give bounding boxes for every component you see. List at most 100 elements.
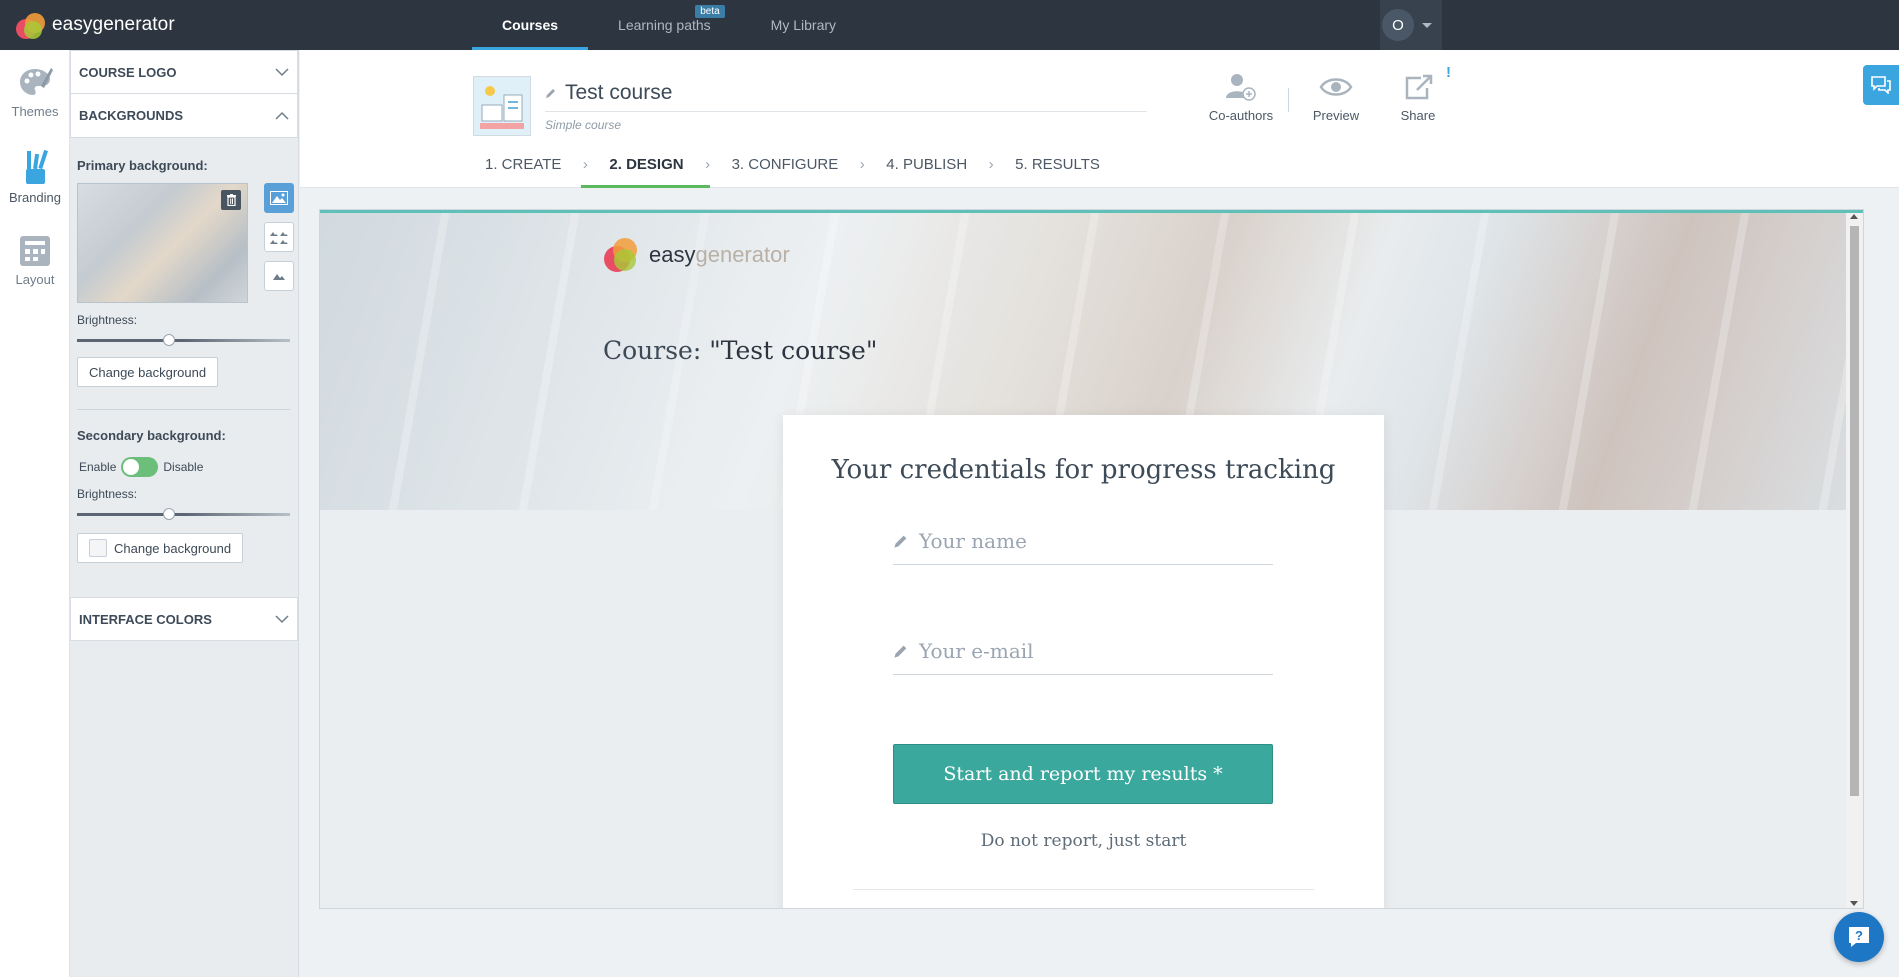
- course-preview: easy generator Course: "Test course" Your…: [319, 209, 1864, 909]
- brushes-icon: [26, 149, 48, 184]
- secondary-brightness-slider[interactable]: [77, 507, 290, 521]
- beta-badge: beta: [695, 5, 725, 18]
- rail-item-branding[interactable]: Branding: [0, 148, 70, 205]
- rail-item-layout[interactable]: Layout: [0, 234, 70, 287]
- feedback-tab[interactable]: [1863, 65, 1899, 105]
- step-label: 4. PUBLISH: [886, 156, 968, 173]
- chevron-right-icon: ›: [582, 156, 588, 173]
- nav-courses[interactable]: Courses: [472, 0, 589, 50]
- course-subtitle: Simple course: [545, 118, 622, 132]
- mode-fullscreen-button[interactable]: [264, 183, 294, 213]
- course-actions: Co-authors Preview Share !: [1200, 64, 1459, 123]
- pencil-icon: [546, 89, 555, 98]
- help-question-icon: ?: [1849, 927, 1869, 947]
- preview-logo-text-generator: generator: [695, 242, 790, 267]
- preview-label: Preview: [1312, 108, 1360, 123]
- secondary-background-label: Secondary background:: [77, 428, 226, 443]
- course-thumbnail[interactable]: [473, 76, 531, 136]
- change-secondary-background-button[interactable]: Change background: [77, 533, 244, 563]
- preview-course-title: Course: "Test course": [603, 336, 877, 365]
- scroll-up-icon[interactable]: [1850, 214, 1858, 219]
- preview-button[interactable]: Preview: [1295, 72, 1377, 123]
- scrollbar-thumb[interactable]: [1850, 226, 1859, 796]
- section-title: BACKGROUNDS: [79, 108, 183, 123]
- rail-item-label: Themes: [11, 104, 59, 119]
- just-start-link[interactable]: Do not report, just start: [783, 831, 1384, 851]
- user-menu[interactable]: O: [1380, 0, 1442, 50]
- secondary-background-toggle[interactable]: [121, 457, 159, 477]
- disable-label: Disable: [163, 460, 204, 474]
- share-button[interactable]: Share !: [1377, 64, 1459, 123]
- top-bar: easygenerator Courses Learning paths bet…: [0, 0, 1899, 50]
- step-create[interactable]: 1. CREATE: [483, 154, 563, 188]
- step-label: 3. CONFIGURE: [731, 156, 839, 173]
- email-input[interactable]: Your e-mail: [893, 627, 1273, 675]
- mode-original-button[interactable]: [264, 261, 294, 291]
- app-logo[interactable]: easygenerator: [16, 11, 175, 39]
- step-results[interactable]: 5. RESULTS: [1013, 154, 1102, 188]
- help-button[interactable]: ?: [1834, 912, 1884, 962]
- step-label: 2. DESIGN: [609, 156, 684, 173]
- name-input[interactable]: Your name: [893, 517, 1273, 565]
- logo-mark-icon: [16, 11, 46, 39]
- course-title: Test course: [565, 81, 673, 104]
- course-illustration-icon: [474, 77, 530, 135]
- color-swatch: [89, 539, 107, 557]
- nav-my-library[interactable]: My Library: [741, 0, 866, 50]
- primary-background-thumbnail[interactable]: [77, 183, 248, 303]
- add-user-icon: [1226, 74, 1256, 101]
- nav-my-library-label: My Library: [770, 17, 837, 33]
- share-icon: [1405, 74, 1433, 100]
- workflow-steps: 1. CREATE › 2. DESIGN › 3. CONFIGURE › 4…: [483, 154, 1102, 188]
- nav-learning-paths-label: Learning paths: [618, 17, 711, 33]
- divider: [77, 409, 290, 410]
- credentials-card: Your credentials for progress tracking Y…: [783, 415, 1384, 908]
- background-mode-buttons: [264, 183, 294, 300]
- step-configure[interactable]: 3. CONFIGURE: [730, 154, 841, 188]
- divider: [853, 889, 1314, 890]
- step-label: 1. CREATE: [485, 156, 562, 173]
- toggle-knob: [123, 459, 140, 475]
- primary-background-label: Primary background:: [77, 158, 208, 173]
- course-header: Test course Simple course Co-authors Pre…: [300, 50, 1899, 188]
- section-title: COURSE LOGO: [79, 64, 177, 80]
- step-publish[interactable]: 4. PUBLISH: [884, 154, 969, 188]
- coauthors-label: Co-authors: [1208, 108, 1274, 123]
- slider-handle[interactable]: [162, 508, 175, 520]
- section-course-logo[interactable]: COURSE LOGO: [70, 50, 298, 94]
- chat-bubbles-icon: [1871, 76, 1891, 94]
- preview-scrollbar[interactable]: [1846, 210, 1863, 908]
- logo-mark-icon: [604, 238, 637, 272]
- scroll-down-icon[interactable]: [1850, 901, 1858, 906]
- step-label: 5. RESULTS: [1015, 156, 1100, 173]
- start-and-report-button[interactable]: Start and report my results *: [893, 744, 1273, 804]
- coauthors-button[interactable]: Co-authors: [1200, 72, 1282, 123]
- chevron-down-icon: [275, 68, 289, 77]
- course-name: "Test course": [709, 336, 878, 365]
- button-label: Change background: [114, 540, 232, 556]
- primary-background-row: [77, 183, 294, 305]
- trash-icon[interactable]: [221, 190, 241, 210]
- preview-logo-text-easy: easy: [649, 242, 696, 267]
- primary-brightness-slider[interactable]: [77, 333, 290, 347]
- pencil-icon: [894, 645, 907, 658]
- rail-item-themes[interactable]: Themes: [0, 66, 70, 119]
- section-backgrounds[interactable]: BACKGROUNDS: [70, 94, 298, 138]
- avatar[interactable]: O: [1382, 9, 1414, 41]
- nav-learning-paths[interactable]: Learning paths beta: [588, 0, 741, 50]
- email-placeholder: Your e-mail: [919, 638, 1034, 663]
- step-design[interactable]: 2. DESIGN: [581, 154, 710, 188]
- chevron-up-icon: [275, 111, 289, 120]
- image-icon: [270, 191, 288, 205]
- nav-courses-label: Courses: [502, 17, 559, 33]
- tile-images-icon: [270, 232, 288, 244]
- course-title-field[interactable]: Test course: [545, 81, 1147, 112]
- card-title: Your credentials for progress tracking: [831, 455, 1336, 485]
- slider-handle[interactable]: [162, 334, 175, 346]
- change-primary-background-button[interactable]: Change background: [77, 357, 219, 387]
- section-interface-colors[interactable]: INTERFACE COLORS: [70, 597, 298, 641]
- small-image-icon: [273, 274, 285, 280]
- slider-track: [77, 513, 290, 516]
- mode-tile-button[interactable]: [264, 222, 294, 252]
- chevron-right-icon: ›: [705, 156, 711, 173]
